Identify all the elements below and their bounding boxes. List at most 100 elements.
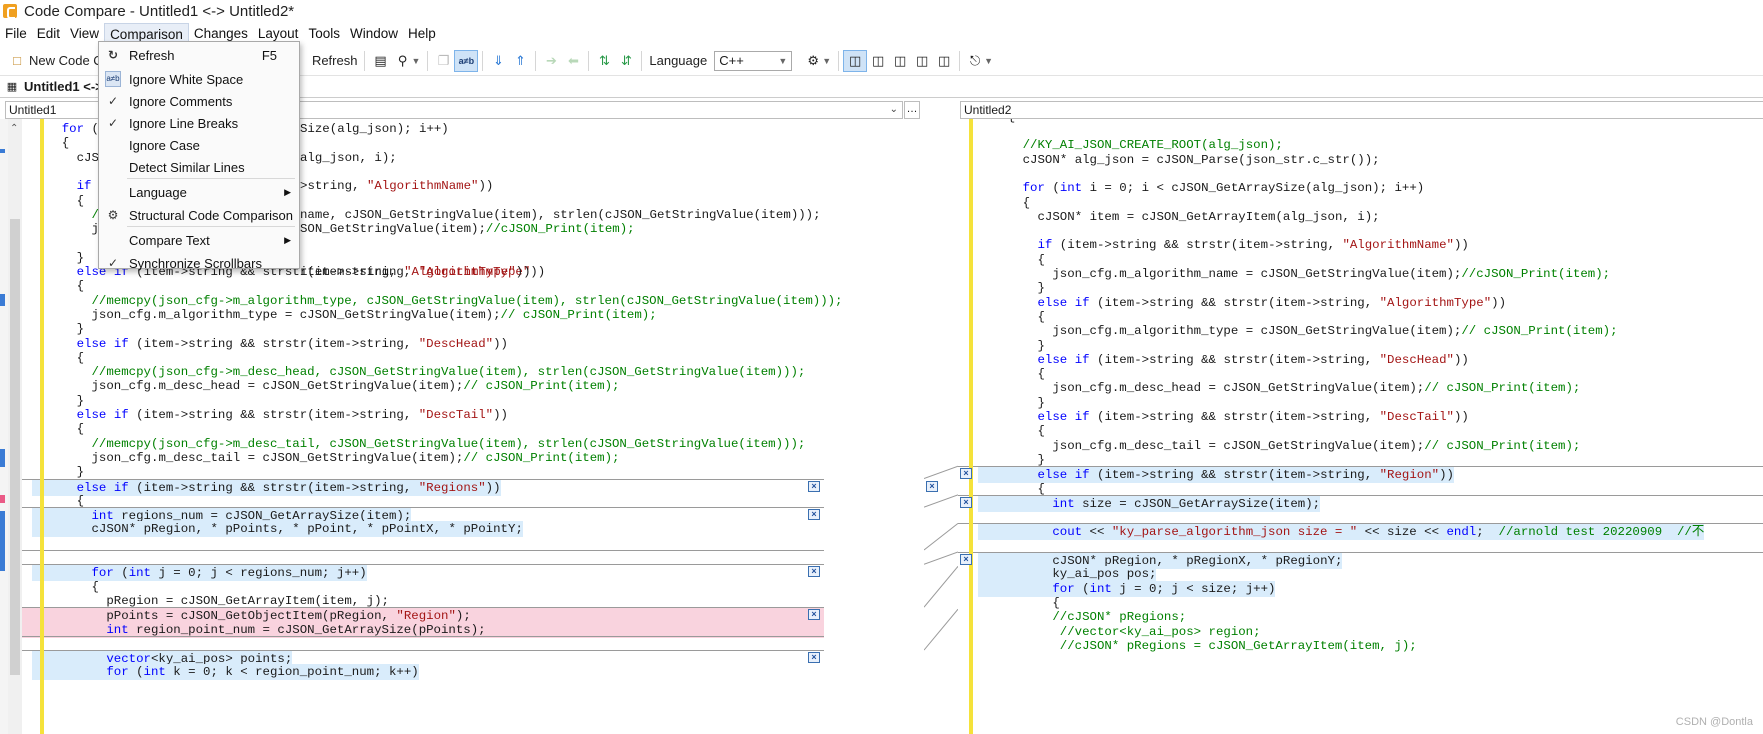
next-difference-button[interactable]: ⇓ bbox=[487, 50, 509, 72]
ignore-difference-icon[interactable]: × bbox=[808, 652, 820, 664]
ignore-difference-icon[interactable]: × bbox=[960, 468, 972, 480]
submenu-arrow-icon: ▶ bbox=[284, 186, 291, 197]
copy-button[interactable]: ❐ bbox=[432, 50, 454, 72]
layout-three-panes-button[interactable]: ◫ bbox=[889, 50, 911, 72]
code-line-fragment: item->string, "AlgorithmType")) bbox=[300, 265, 531, 279]
ignore-difference-icon[interactable]: × bbox=[926, 480, 938, 492]
comparison-dropdown-menu: ↻ Refresh F5 a≠b Ignore White Space ✓ Ignore C… bbox=[98, 41, 300, 271]
change-indicator-bar bbox=[969, 119, 973, 734]
code-line-text: //cJSON* pRegions = cJSON_GetArrayItem(i… bbox=[1059, 638, 1417, 653]
menu-item-ignore-comments[interactable]: ✓ Ignore Comments bbox=[99, 90, 299, 112]
previous-difference-button[interactable]: ⇑ bbox=[509, 50, 531, 72]
right-code-pane[interactable]: { //KY_AI_JSON_CREATE_ROOT(alg_json); cJ… bbox=[958, 119, 1763, 734]
overview-marker bbox=[0, 495, 5, 503]
menu-edit[interactable]: Edit bbox=[32, 23, 65, 45]
ignore-difference-icon[interactable]: × bbox=[960, 554, 972, 565]
merge-left-button[interactable]: ⬅ bbox=[562, 50, 584, 72]
check-icon: ✓ bbox=[107, 256, 119, 270]
menu-item-structural-code-comparison[interactable]: ⚙ Structural Code Comparison bbox=[99, 204, 299, 226]
options-button[interactable]: ⚙ ▼ bbox=[802, 50, 834, 72]
menu-item-shortcut: F5 bbox=[261, 47, 277, 63]
menu-item-label: Ignore White Space bbox=[129, 71, 244, 87]
axb-icon: a≠b bbox=[105, 71, 121, 87]
find-button[interactable]: ⚲ ▼ bbox=[391, 50, 423, 72]
code-line[interactable]: for (int k = 0; k < region_point_num; k+… bbox=[22, 664, 824, 681]
left-browse-button[interactable]: … bbox=[904, 101, 920, 119]
scrollbar-thumb[interactable] bbox=[10, 219, 20, 675]
menu-item-synchronize-scrollbars[interactable]: ✓ Synchronize Scrollbars bbox=[99, 252, 299, 274]
menu-item-ignore-line-breaks[interactable]: ✓ Ignore Line Breaks bbox=[99, 112, 299, 134]
toolbar-separator bbox=[588, 50, 590, 71]
chevron-down-icon: ⌄ bbox=[889, 104, 898, 115]
toolbar-separator bbox=[641, 50, 643, 71]
overview-marker bbox=[0, 149, 5, 153]
window-title: Code Compare - Untitled1 <-> Untitled2* bbox=[24, 2, 295, 20]
ignore-difference-icon[interactable]: × bbox=[808, 480, 820, 492]
structure-icon: ▤ bbox=[374, 52, 387, 68]
menu-item-label: Language bbox=[129, 184, 187, 200]
code-line-fragment: Size(alg_json); i++) bbox=[300, 122, 449, 136]
menu-tools[interactable]: Tools bbox=[303, 23, 345, 45]
new-code-comparison-button[interactable]: □ New Code Co bbox=[6, 50, 113, 72]
axb-icon: a≠b bbox=[458, 55, 475, 66]
menu-item-ignore-case[interactable]: Ignore Case bbox=[99, 134, 299, 156]
language-select[interactable]: C++ ▼ bbox=[714, 50, 793, 71]
menu-item-refresh[interactable]: ↻ Refresh F5 bbox=[99, 44, 299, 66]
sync-up-button[interactable]: ⇅ bbox=[593, 50, 615, 72]
menu-item-language[interactable]: Language ▶ bbox=[99, 181, 299, 203]
sync-down-button[interactable]: ⇵ bbox=[615, 50, 637, 72]
ignore-difference-icon[interactable]: × bbox=[808, 609, 820, 621]
layout-grid-button[interactable]: ◫ bbox=[911, 50, 933, 72]
menu-item-label: Synchronize Scrollbars bbox=[129, 255, 262, 271]
structure-view-button[interactable]: ▤ bbox=[369, 50, 391, 72]
refresh-button[interactable]: Refresh bbox=[309, 50, 361, 72]
double-chevron-up-icon: ⇑ bbox=[514, 52, 526, 68]
ignore-whitespace-toggle[interactable]: a≠b bbox=[454, 49, 479, 72]
pin-button[interactable]: ⎋ ▼ bbox=[964, 50, 996, 72]
menu-item-label: Compare Text bbox=[129, 232, 210, 248]
code-line[interactable]: //cJSON* pRegions = cJSON_GetArrayItem(i… bbox=[958, 638, 1763, 654]
structure-icon: ⚙ bbox=[107, 208, 119, 222]
menu-item-detect-similar-lines[interactable]: Detect Similar Lines bbox=[99, 156, 299, 178]
diff-connector-line bbox=[923, 551, 959, 565]
ignore-difference-icon[interactable]: × bbox=[808, 509, 820, 521]
merge-right-button[interactable]: ➔ bbox=[540, 50, 562, 72]
layout-two-panes-button[interactable]: ◫ bbox=[843, 49, 868, 72]
code-line-fragment: >string, "AlgorithmName")) bbox=[300, 179, 494, 194]
overview-marker bbox=[0, 511, 5, 571]
menu-file[interactable]: File bbox=[0, 23, 32, 45]
toolbar-separator bbox=[427, 50, 429, 71]
check-icon: ✓ bbox=[107, 94, 119, 108]
compare-icon: ▦ bbox=[6, 80, 18, 93]
grid-icon: ◫ bbox=[916, 52, 929, 68]
menu-help[interactable]: Help bbox=[403, 23, 441, 45]
menu-item-ignore-white-space[interactable]: a≠b Ignore White Space bbox=[99, 68, 299, 90]
menu-item-label: Detect Similar Lines bbox=[129, 159, 245, 175]
two-pane-icon: ◫ bbox=[849, 52, 862, 68]
chevron-down-icon: ▼ bbox=[984, 55, 994, 66]
menu-item-label: Structural Code Comparison bbox=[129, 207, 294, 223]
right-file-selector[interactable]: Untitled2 bbox=[960, 101, 1763, 119]
toolbar-separator bbox=[535, 50, 537, 71]
chevron-up-icon: ⌃ bbox=[10, 123, 19, 134]
left-vertical-scrollbar[interactable]: ⌃ bbox=[8, 119, 22, 734]
language-label: Language bbox=[649, 53, 708, 68]
refresh-icon: ↻ bbox=[107, 48, 119, 62]
title-bar: Code Compare - Untitled1 <-> Untitled2* bbox=[0, 0, 1763, 22]
diff-connector-line bbox=[923, 608, 959, 651]
left-overview-strip bbox=[0, 119, 8, 734]
diff-connector-line bbox=[923, 494, 959, 508]
app-icon bbox=[3, 4, 17, 19]
menu-separator bbox=[127, 178, 295, 179]
menu-item-label: Ignore Comments bbox=[129, 93, 233, 109]
split-icon: ◫ bbox=[938, 52, 951, 68]
sync-vertical-icon: ⇅ bbox=[598, 52, 610, 68]
menu-item-compare-text[interactable]: Compare Text ▶ bbox=[99, 229, 299, 251]
ignore-difference-icon[interactable]: × bbox=[808, 566, 820, 578]
menu-window[interactable]: Window bbox=[345, 23, 403, 45]
layout-split-button[interactable]: ◫ bbox=[933, 50, 955, 72]
ignore-difference-icon[interactable]: × bbox=[960, 496, 972, 508]
code-line-fragment: alg_json, i); bbox=[300, 150, 397, 165]
search-icon: ⚲ bbox=[397, 52, 408, 68]
layout-horizontal-button[interactable]: ◫ bbox=[867, 50, 889, 72]
